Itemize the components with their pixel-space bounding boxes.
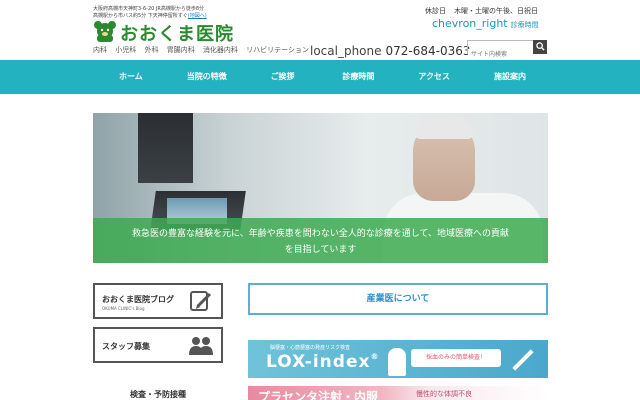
nav-item-home[interactable]: ホーム	[93, 60, 169, 94]
department-item: 外科	[144, 46, 159, 54]
hero-banner: 救急医の豊富な経験を元に、年齢や疾患を問わない全人的な診療を通して、地域医療への…	[93, 113, 548, 263]
map-link[interactable]: (地図へ)	[188, 13, 207, 19]
closed-label: 休診日	[425, 7, 446, 15]
phone-block: local_phone 072-684-0363	[310, 40, 471, 59]
syringe-icon	[512, 349, 534, 371]
phone-number[interactable]: 072-684-0363	[386, 44, 471, 58]
department-item: 胃腸内科	[166, 46, 195, 54]
main-nav: ホーム 当院の特徴 ご挨拶 診療時間 アクセス 施設案内	[0, 60, 640, 94]
hero-caption-line-1: 救急医の豊富な経験を元に、年齢や疾患を問わない全人的な診療を通して、地域医療への…	[131, 229, 509, 239]
department-item: 内科	[93, 46, 107, 54]
nav-item-facility[interactable]: 施設案内	[472, 60, 548, 94]
blog-banner[interactable]: おおくま医院ブログ OKUMA CLINIC's Blog	[93, 283, 223, 319]
blog-edit-icon	[190, 291, 212, 311]
department-item: 小児科	[115, 46, 137, 54]
lox-index-banner[interactable]: 脳梗塞・心筋梗塞の発症リスク検査 LOX-index® 採血のみの簡単検査！	[248, 340, 548, 378]
department-item: リハビリテーション	[246, 46, 310, 54]
lox-subtitle: 脳梗塞・心筋梗塞の発症リスク検査	[270, 345, 351, 351]
blog-subtitle: OKUMA CLINIC's Blog	[102, 306, 145, 311]
address-block: 大阪府高槻市天神町3-6-20 JR高槻駅から徒歩8分 高槻駅から市バス約5分 …	[93, 6, 263, 19]
department-item: 消化器内科	[202, 46, 238, 54]
staff-recruit-banner[interactable]: スタッフ募集	[93, 327, 223, 363]
bear-logo-icon[interactable]	[93, 20, 117, 42]
hero-doctor-hair	[415, 117, 473, 139]
nav-item-access[interactable]: アクセス	[396, 60, 472, 94]
placenta-banner[interactable]: プラセンタ注射・内服 慢性的な体調不良	[248, 386, 548, 400]
placenta-title: プラセンタ注射・内服	[258, 390, 379, 400]
lox-title: LOX-index®	[266, 352, 379, 372]
people-icon	[189, 337, 213, 355]
nav-item-features[interactable]: 当院の特徴	[169, 60, 245, 94]
phone-icon: local_phone	[310, 44, 382, 58]
search-input[interactable]	[468, 48, 534, 61]
blog-title: おおくま医院ブログ	[102, 295, 174, 304]
occupational-doctor-button[interactable]: 産業医について	[248, 283, 548, 315]
clinic-name[interactable]: おおくま医院	[120, 20, 234, 46]
department-list: 内科 小児科 外科 胃腸内科 消化器内科 リハビリテーション	[93, 45, 315, 55]
placenta-tagline: 慢性的な体調不良	[416, 390, 472, 398]
hours-link-label: 診療時間	[510, 21, 539, 29]
nav-item-hours[interactable]: 診療時間	[320, 60, 396, 94]
hero-caption-line-2: を目指しています	[284, 245, 357, 255]
address-line-2: 高槻駅から市バス約5分 下天神停留所すぐ	[93, 12, 188, 19]
hours-link[interactable]: chevron_right 診療時間	[432, 17, 539, 30]
hero-caption: 救急医の豊富な経験を元に、年齢や疾患を問わない全人的な診療を通して、地域医療への…	[93, 218, 548, 263]
search-icon	[535, 42, 545, 51]
site-header: 大阪府高槻市天神町3-6-20 JR高槻駅から徒歩8分 高槻駅から市バス約5分 …	[0, 0, 640, 61]
exam-heading: 検査・予防接種	[130, 390, 186, 399]
lox-registered-mark: ®	[370, 352, 380, 361]
nav-item-greeting[interactable]: ご挨拶	[245, 60, 321, 94]
hero-monitor	[138, 113, 193, 183]
nurse-figure	[388, 348, 406, 376]
staff-title: スタッフ募集	[102, 342, 150, 351]
chevron-right-icon: chevron_right	[432, 17, 508, 30]
lox-title-text: LOX-index	[266, 352, 371, 372]
closed-days: 休診日 木曜・土曜の午後、日祝日	[425, 6, 538, 16]
search-button[interactable]	[533, 40, 547, 54]
lox-blood-test-note: 採血のみの簡単検査！	[411, 349, 501, 367]
closed-days-text: 木曜・土曜の午後、日祝日	[454, 7, 538, 15]
